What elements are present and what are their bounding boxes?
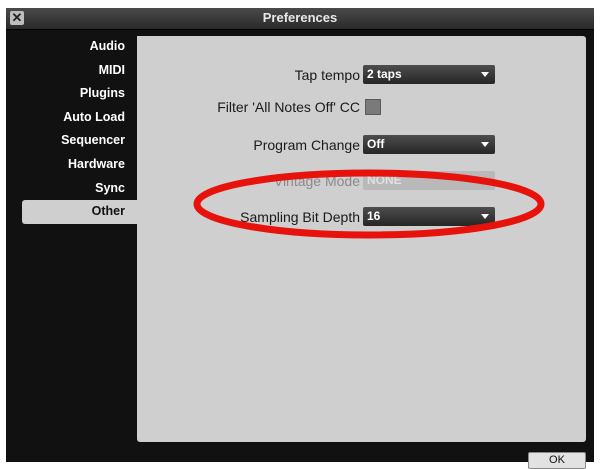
vintage-mode-select: NONE [363,171,495,190]
title-bar: ✕ Preferences [6,8,594,30]
filter-notes-off-label: Filter 'All Notes Off' CC [217,99,360,115]
filter-notes-off-row: Filter 'All Notes Off' CC [137,96,586,118]
tap-tempo-label: Tap tempo [294,67,360,83]
sidebar-item-hardware[interactable]: Hardware [6,153,137,177]
chevron-down-icon [481,72,489,77]
tap-tempo-value: 2 taps [367,67,402,81]
program-change-select[interactable]: Off [363,135,495,154]
sampling-bit-depth-row: Sampling Bit Depth 16 [137,206,586,228]
sampling-bit-depth-select[interactable]: 16 [363,207,495,226]
settings-panel: Tap tempo 2 taps Filter 'All Notes Off' … [137,36,586,442]
sidebar-item-auto-load[interactable]: Auto Load [6,106,137,130]
chevron-down-icon [481,178,489,183]
tap-tempo-row: Tap tempo 2 taps [137,64,586,86]
tap-tempo-select[interactable]: 2 taps [363,65,495,84]
sidebar-item-sync[interactable]: Sync [6,177,137,201]
sidebar-item-other[interactable]: Other [22,200,137,224]
preferences-window: ✕ Preferences Audio MIDI Plugins Auto Lo… [6,8,594,469]
program-change-row: Program Change Off [137,134,586,156]
vintage-mode-label: Vintage Mode [273,173,360,189]
sampling-bit-depth-label: Sampling Bit Depth [240,209,360,225]
chevron-down-icon [481,142,489,147]
filter-notes-off-checkbox[interactable] [365,99,381,115]
program-change-label: Program Change [253,137,360,153]
sidebar-item-audio[interactable]: Audio [6,35,137,59]
vintage-mode-value: NONE [367,173,402,187]
program-change-value: Off [367,137,385,151]
vintage-mode-row: Vintage Mode NONE [137,170,586,192]
chevron-down-icon [481,214,489,219]
sidebar-item-midi[interactable]: MIDI [6,59,137,83]
window-title: Preferences [262,10,338,25]
sampling-bit-depth-value: 16 [367,209,381,223]
sidebar: Audio MIDI Plugins Auto Load Sequencer H… [6,35,137,224]
sidebar-item-sequencer[interactable]: Sequencer [6,129,137,153]
sidebar-item-plugins[interactable]: Plugins [6,82,137,106]
ok-button[interactable]: OK [528,452,586,469]
